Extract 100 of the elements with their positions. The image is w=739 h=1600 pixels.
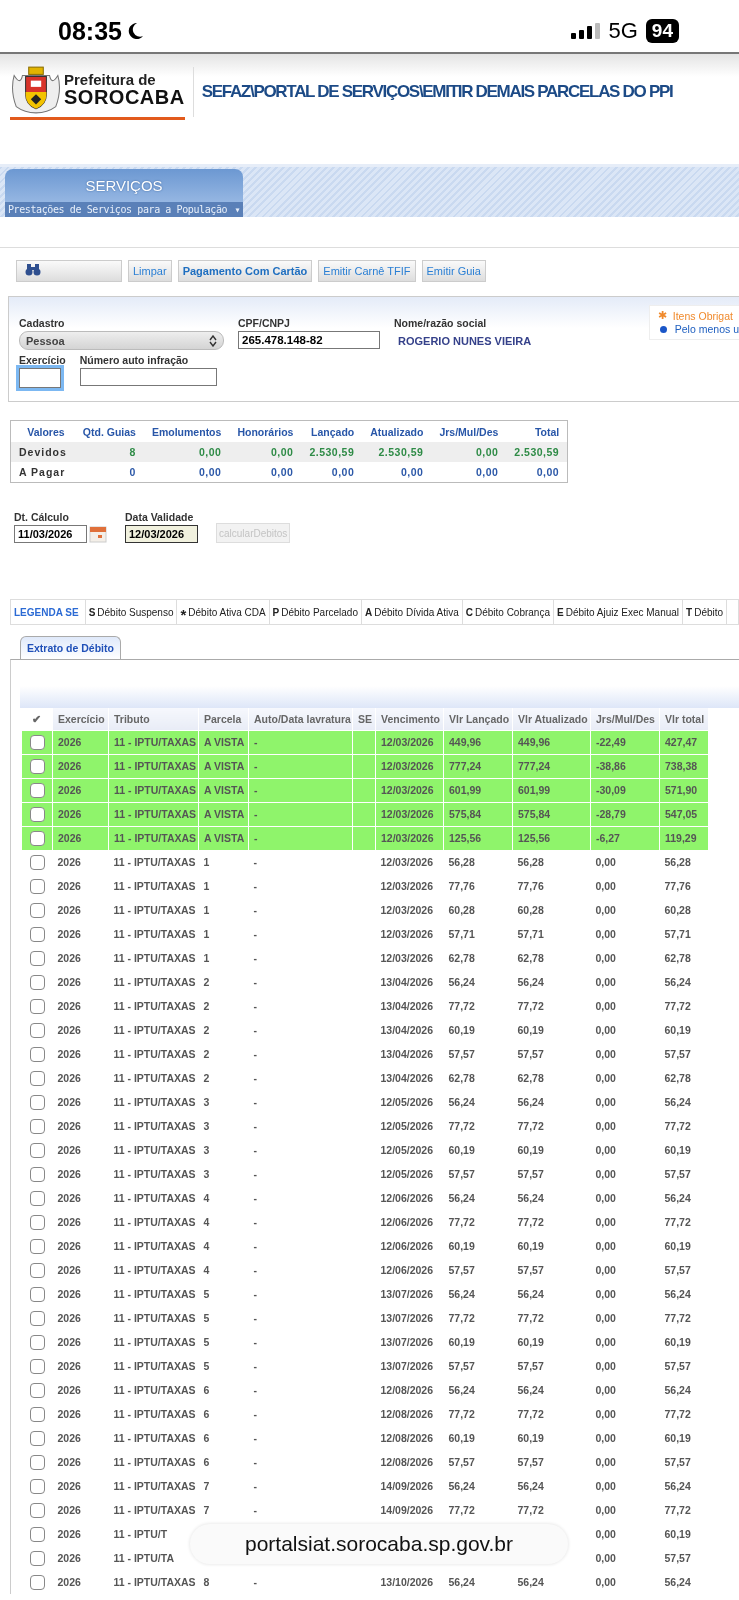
calendar-icon[interactable] bbox=[89, 525, 107, 543]
checkbox[interactable] bbox=[29, 878, 45, 894]
checkbox[interactable] bbox=[29, 1286, 45, 1302]
installment-cell: 3 bbox=[203, 1120, 210, 1132]
date-field[interactable]: 12/03/2026 bbox=[125, 525, 198, 543]
legend-item: C Débito Cobrança bbox=[462, 600, 554, 624]
checkbox[interactable] bbox=[29, 1070, 45, 1086]
battery-level: 94 bbox=[645, 19, 679, 43]
checkbox[interactable] bbox=[29, 1406, 45, 1422]
checkbox[interactable] bbox=[29, 1166, 45, 1182]
installment-cell: A VISTA bbox=[204, 832, 245, 844]
year-field[interactable] bbox=[19, 368, 61, 388]
checkbox[interactable] bbox=[29, 1118, 45, 1134]
menu-subtitle-bar[interactable]: Prestações de Serviços para a População ▾ bbox=[5, 202, 243, 217]
due-date-cell: 13/07/2026 bbox=[380, 1336, 434, 1348]
updated-amount-cell: 60,19 bbox=[517, 1024, 544, 1036]
network-label: 5G bbox=[608, 18, 638, 44]
column-header: Vlr Atualizado bbox=[518, 712, 588, 725]
year-cell: 2026 bbox=[57, 1504, 81, 1516]
date-field[interactable]: 11/03/2026 bbox=[14, 525, 87, 543]
total-cell: 56,24 bbox=[664, 1288, 691, 1300]
checkbox[interactable] bbox=[29, 1430, 45, 1446]
tax-cell: 11 - IPTU/TAXAS bbox=[113, 1312, 196, 1324]
highlighted-row[interactable]: 2026 11 - IPTU/TAXAS A VISTA - 12/03/2026 601,99 601,99 -30,09 571,90 bbox=[21, 778, 709, 802]
updated-amount-cell: 56,28 bbox=[517, 856, 544, 869]
checkbox[interactable] bbox=[29, 950, 45, 966]
field-label: Nome/razão social bbox=[394, 317, 488, 329]
checkbox[interactable] bbox=[29, 1478, 45, 1494]
tax-cell: 11 - IPTU/TAXAS bbox=[113, 1072, 196, 1084]
updated-amount-cell: 60,19 bbox=[517, 1144, 544, 1156]
tab[interactable]: Extrato de Débito bbox=[20, 636, 121, 659]
installment-cell: 1 bbox=[203, 856, 210, 869]
checkbox[interactable] bbox=[29, 1334, 45, 1350]
infraction-field[interactable] bbox=[79, 368, 217, 386]
table-cell: 0 bbox=[74, 462, 144, 483]
checkbox[interactable] bbox=[29, 1574, 45, 1590]
checkbox[interactable] bbox=[29, 1550, 45, 1566]
checkbox[interactable] bbox=[29, 1190, 45, 1206]
highlighted-row[interactable]: 2026 11 - IPTU/TAXAS A VISTA - 12/03/2026 449,96 449,96 -22,49 427,47 bbox=[21, 730, 709, 754]
year-cell: 2026 bbox=[58, 808, 82, 820]
year-cell: 2026 bbox=[57, 976, 81, 988]
toolbar-button[interactable]: Limpar bbox=[128, 260, 172, 282]
amount-cell: 77,72 bbox=[448, 1408, 475, 1420]
tax-cell: 11 - IPTU/T bbox=[113, 1528, 168, 1540]
auto-cell: - bbox=[253, 1168, 257, 1180]
highlighted-row[interactable]: 2026 11 - IPTU/TAXAS A VISTA - 12/03/2026 575,84 575,84 -28,79 547,05 bbox=[21, 802, 709, 826]
installment-cell: 2 bbox=[203, 1024, 210, 1036]
updated-amount-cell: 60,19 bbox=[517, 1240, 544, 1252]
checkbox[interactable] bbox=[29, 1094, 45, 1110]
select-all-mark[interactable]: ✔ bbox=[32, 712, 42, 725]
cpf-field[interactable]: 265.478.148-82 bbox=[238, 331, 380, 349]
amount-cell: 777,24 bbox=[449, 760, 482, 772]
checkbox[interactable] bbox=[29, 998, 45, 1014]
checkbox[interactable] bbox=[29, 854, 45, 870]
highlighted-row[interactable]: 2026 11 - IPTU/TAXAS A VISTA - 12/03/2026 777,24 777,24 -38,86 738,38 bbox=[21, 754, 709, 778]
search-button[interactable] bbox=[16, 260, 122, 282]
toolbar-button[interactable]: Pagamento Com Cartão bbox=[177, 260, 313, 282]
amount-cell: 77,72 bbox=[448, 1120, 475, 1132]
installment-cell: 2 bbox=[203, 1048, 210, 1060]
checkbox[interactable] bbox=[29, 1454, 45, 1470]
column-header: Emolumentos bbox=[151, 426, 222, 438]
checkbox[interactable] bbox=[29, 1526, 45, 1542]
checkbox[interactable] bbox=[29, 758, 45, 774]
checkbox[interactable] bbox=[29, 1502, 45, 1518]
checkbox[interactable] bbox=[29, 1238, 45, 1254]
checkbox[interactable] bbox=[29, 1358, 45, 1374]
checkbox[interactable] bbox=[29, 806, 45, 822]
address-bar[interactable]: portalsiat.sorocaba.sp.gov.br bbox=[190, 1524, 568, 1564]
installment-cell: 1 bbox=[203, 880, 210, 892]
installment-cell: 4 bbox=[203, 1192, 210, 1204]
cadastro-select[interactable]: Pessoa bbox=[19, 331, 224, 350]
checkbox[interactable] bbox=[29, 734, 45, 750]
checkbox[interactable] bbox=[29, 782, 45, 798]
checkbox[interactable] bbox=[29, 1142, 45, 1158]
updated-amount-cell: 77,76 bbox=[517, 880, 544, 892]
installment-cell: 4 bbox=[203, 1216, 210, 1228]
checkbox[interactable] bbox=[29, 1214, 45, 1230]
toolbar-button[interactable]: Emitir Carnê TFIF bbox=[318, 260, 416, 282]
updated-amount-cell: 60,19 bbox=[517, 1432, 544, 1444]
highlighted-row[interactable]: 2026 11 - IPTU/TAXAS A VISTA - 12/03/2026 125,56 125,56 -6,27 119,29 bbox=[21, 826, 709, 850]
updated-amount-cell: 57,57 bbox=[517, 1048, 544, 1060]
checkbox[interactable] bbox=[29, 1022, 45, 1038]
amount-cell: 57,57 bbox=[448, 1456, 475, 1468]
checkbox[interactable] bbox=[29, 830, 45, 846]
legend-item: T Débito bbox=[683, 600, 728, 624]
checkbox[interactable] bbox=[29, 1382, 45, 1398]
column-header: Vlr total bbox=[665, 712, 705, 725]
checkbox[interactable] bbox=[29, 974, 45, 990]
checkbox[interactable] bbox=[29, 1046, 45, 1062]
column-header: SE bbox=[358, 712, 372, 725]
hint-text: Itens Obrigat bbox=[672, 309, 733, 322]
checkbox[interactable] bbox=[29, 926, 45, 942]
tax-cell: 11 - IPTU/TAXAS bbox=[113, 1168, 196, 1180]
toolbar-button[interactable]: Emitir Guia bbox=[421, 260, 486, 282]
total-cell: 56,24 bbox=[664, 976, 691, 988]
checkbox[interactable] bbox=[29, 1262, 45, 1278]
services-menu[interactable]: SERVIÇOS Prestações de Serviços para a População ▾ bbox=[5, 169, 243, 217]
auto-cell: - bbox=[253, 1096, 257, 1108]
checkbox[interactable] bbox=[29, 1310, 45, 1326]
checkbox[interactable] bbox=[29, 902, 45, 918]
